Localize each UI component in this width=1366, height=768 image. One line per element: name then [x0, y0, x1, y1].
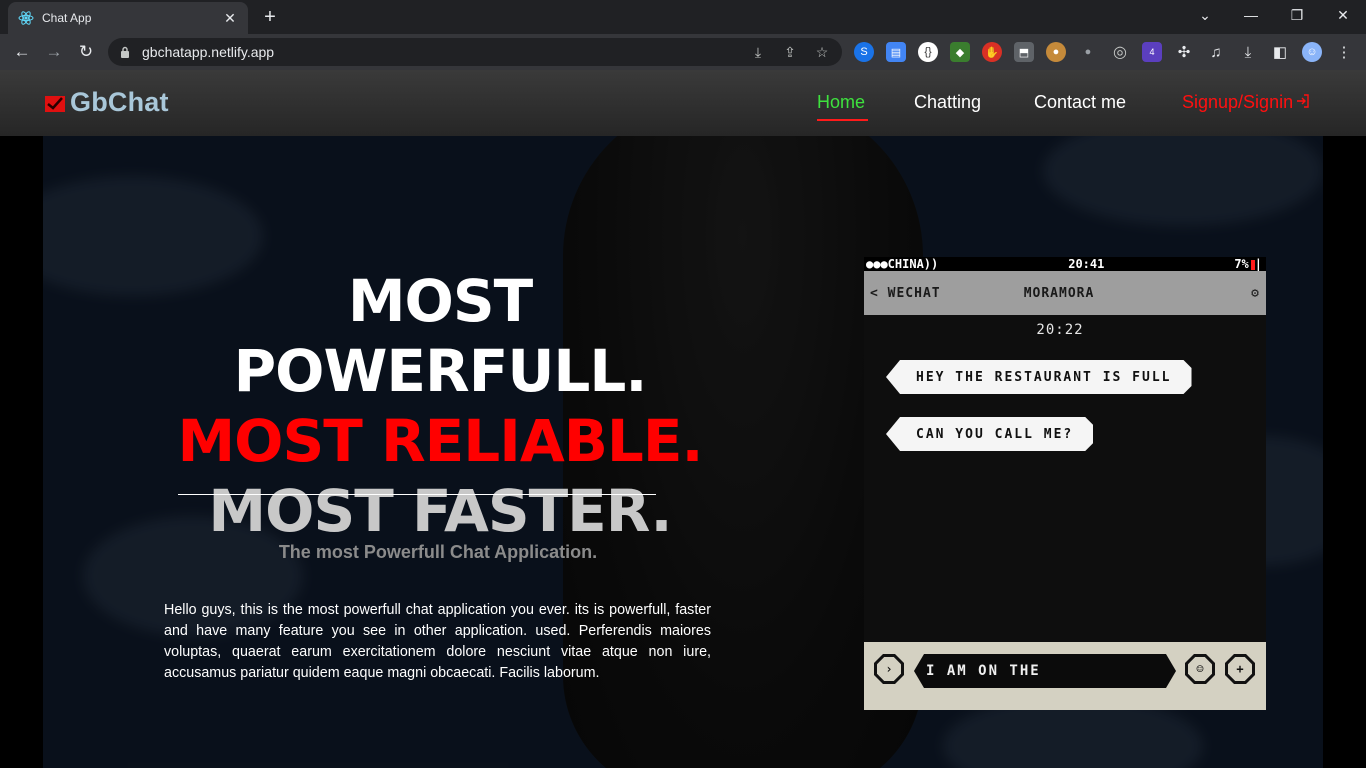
- minimize-button[interactable]: —: [1228, 0, 1274, 30]
- headline-line-3: MOST FASTER.: [208, 477, 672, 545]
- colorzilla-extension-icon[interactable]: ◆: [950, 42, 970, 62]
- cookie-extension-icon[interactable]: ●: [1046, 42, 1066, 62]
- phone-status-bar: ●●●CHINA)) 20:41 7% |: [864, 257, 1266, 271]
- chevron-right-icon: ›: [877, 657, 901, 681]
- headline-line-2: MOST RELIABLE.: [177, 407, 703, 475]
- plus-icon: +: [1228, 657, 1252, 681]
- settings-icon[interactable]: ⚙: [1248, 286, 1260, 301]
- back-to-wechat[interactable]: < WECHAT: [870, 286, 950, 301]
- profile-avatar[interactable]: ☺: [1302, 42, 1322, 62]
- signup-label: Signup/Signin: [1182, 92, 1294, 112]
- nav-home[interactable]: Home: [817, 92, 865, 113]
- tab-title: Chat App: [42, 11, 92, 25]
- lock-icon: [120, 45, 132, 59]
- reload-icon[interactable]: ↻: [74, 40, 98, 64]
- active-nav-underline: [817, 119, 868, 121]
- login-icon: [1296, 92, 1310, 113]
- react-icon: [18, 10, 34, 26]
- bookmark-star-icon[interactable]: ☆: [810, 40, 834, 64]
- download-icon[interactable]: ⤓: [1238, 42, 1258, 62]
- brand-logo[interactable]: GbChat: [44, 87, 169, 118]
- brand-name: GbChat: [70, 87, 169, 117]
- phone-chat-mockup: ●●●CHINA)) 20:41 7% | < WECHAT MORAMORA ⚙…: [864, 257, 1266, 710]
- chat-input-bar: › I AM ON THE ☺ +: [864, 642, 1266, 710]
- chat-logo-icon: [44, 92, 66, 114]
- status-clock: 20:41: [1068, 257, 1105, 271]
- tab-extension-icon[interactable]: ⬒: [1014, 42, 1034, 62]
- url-text: gbchatapp.netlify.app: [142, 44, 275, 60]
- message-bubble: CAN YOU CALL ME?: [886, 417, 1093, 451]
- web-page: GbChat Home Chatting Contact me Signup/S…: [0, 70, 1366, 768]
- nav-chatting[interactable]: Chatting: [914, 92, 981, 113]
- hero-divider: [178, 494, 656, 495]
- chat-timestamp: 20:22: [1036, 322, 1084, 338]
- extensions-puzzle-icon[interactable]: ✣: [1174, 42, 1194, 62]
- browser-toolbar: ← → ↻ gbchatapp.netlify.app ⤓ ⇪ ☆ S ▤ {}…: [0, 34, 1366, 70]
- hero-tagline: The most Powerfull Chat Application.: [278, 542, 598, 562]
- docs-extension-icon[interactable]: ▤: [886, 42, 906, 62]
- target-extension-icon[interactable]: ◎: [1110, 42, 1130, 62]
- battery-indicator: 7% |: [1234, 257, 1262, 271]
- hero-description: Hello guys, this is the most powerfull c…: [164, 602, 711, 681]
- install-app-icon[interactable]: ⤓: [746, 40, 770, 64]
- headline-line-1: MOST POWERFULL.: [233, 267, 648, 405]
- chat-contact-name: MORAMORA: [1023, 285, 1095, 301]
- media-playlist-icon[interactable]: ♫: [1206, 42, 1226, 62]
- close-window-button[interactable]: ✕: [1320, 0, 1366, 30]
- browser-tab[interactable]: Chat App ✕: [8, 2, 248, 34]
- emoji-button[interactable]: ☺: [1185, 654, 1215, 684]
- forward-arrow-icon[interactable]: →: [42, 40, 66, 64]
- carrier-label: ●●●CHINA)): [866, 257, 939, 271]
- voice-toggle-button[interactable]: ›: [874, 654, 904, 684]
- tab-search-dropdown-icon[interactable]: ⌄: [1182, 0, 1228, 30]
- side-panel-icon[interactable]: ◧: [1270, 42, 1290, 62]
- cube-extension-icon[interactable]: 4: [1142, 42, 1162, 62]
- extension-badge: 4: [1149, 47, 1155, 57]
- mouse-extension-icon[interactable]: ●: [1078, 42, 1098, 62]
- address-bar[interactable]: gbchatapp.netlify.app ⤓ ⇪ ☆: [108, 38, 842, 66]
- share-icon[interactable]: ⇪: [778, 40, 802, 64]
- nav-contact[interactable]: Contact me: [1034, 92, 1126, 113]
- restore-button[interactable]: ❐: [1274, 0, 1320, 30]
- emoji-icon: ☺: [1188, 657, 1212, 681]
- message-input[interactable]: I AM ON THE: [914, 654, 1176, 688]
- site-navbar: GbChat Home Chatting Contact me Signup/S…: [0, 70, 1366, 136]
- add-attachment-button[interactable]: +: [1225, 654, 1255, 684]
- nav-signup-signin[interactable]: Signup/Signin: [1182, 92, 1310, 113]
- json-extension-icon[interactable]: {}: [918, 42, 938, 62]
- browser-tab-strip: Chat App ✕ + ⌄ — ❐ ✕: [0, 0, 1366, 34]
- tab-close-icon[interactable]: ✕: [222, 10, 238, 27]
- chat-header: < WECHAT MORAMORA ⚙: [864, 271, 1266, 315]
- new-tab-button[interactable]: +: [258, 6, 282, 30]
- hero-headline: MOST POWERFULL. MOST RELIABLE. MOST FAST…: [160, 266, 720, 546]
- back-arrow-icon[interactable]: ←: [10, 40, 34, 64]
- adblock-extension-icon[interactable]: ✋: [982, 42, 1002, 62]
- menu-kebab-icon[interactable]: ⋮: [1334, 42, 1354, 62]
- message-bubble: HEY THE RESTAURANT IS FULL: [886, 360, 1192, 394]
- shazam-extension-icon[interactable]: S: [854, 42, 874, 62]
